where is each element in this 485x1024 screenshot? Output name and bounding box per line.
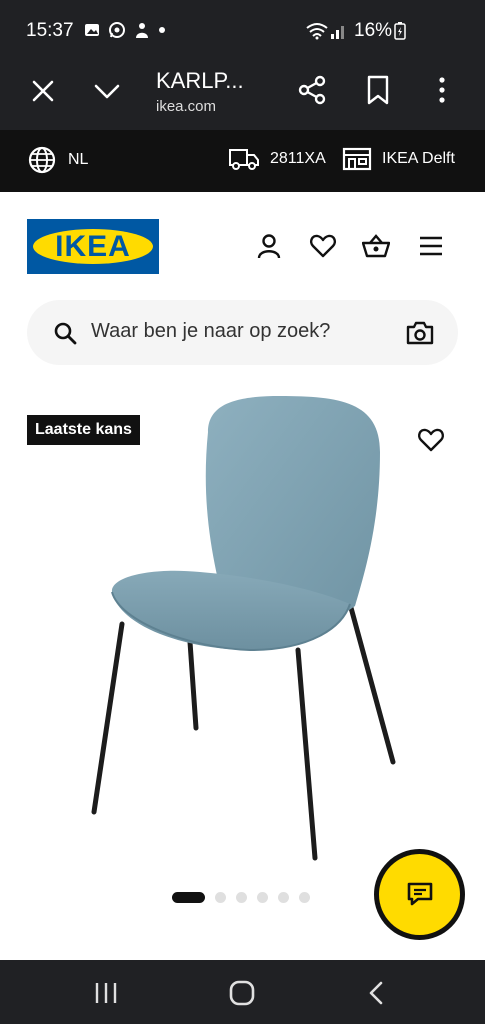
product-image-chair[interactable] <box>80 392 410 872</box>
status-bar: 15:37 16% <box>0 0 485 62</box>
home-icon[interactable] <box>227 978 257 1008</box>
search-input[interactable]: Waar ben je naar op zoek? <box>27 300 458 365</box>
ikea-logo[interactable]: IKEA <box>27 219 159 274</box>
carousel-dot[interactable] <box>299 892 310 903</box>
tab-url: ikea.com <box>156 98 217 115</box>
share-icon[interactable] <box>296 74 328 106</box>
store-selector[interactable]: IKEA Delft <box>342 146 455 172</box>
search-icon <box>54 322 77 345</box>
close-icon[interactable] <box>28 76 58 106</box>
postal-code-selector[interactable]: 2811XA <box>228 146 326 172</box>
recent-apps-icon[interactable] <box>91 978 121 1008</box>
last-chance-badge: Laatste kans <box>27 415 140 445</box>
hamburger-menu-icon[interactable] <box>417 232 445 260</box>
battery-percent: 16% <box>354 20 393 41</box>
status-time: 15:37 <box>26 20 74 41</box>
more-vert-icon[interactable] <box>430 74 454 106</box>
dot-icon <box>159 27 165 33</box>
search-placeholder: Waar ben je naar op zoek? <box>91 320 331 342</box>
notification-icons <box>84 21 166 39</box>
chevron-down-icon[interactable] <box>92 76 122 106</box>
delivery-truck-icon <box>229 149 259 170</box>
chat-button-inner <box>379 854 460 935</box>
heart-icon[interactable] <box>309 232 337 260</box>
carousel-dot[interactable] <box>278 892 289 903</box>
gallery-icon <box>85 24 99 36</box>
postal-code: 2811XA <box>270 150 326 167</box>
logo-text: IKEA <box>55 230 131 263</box>
back-icon[interactable] <box>362 978 392 1008</box>
custom-tab-bar: KARLP... ikea.com <box>0 62 485 130</box>
carousel-dot[interactable] <box>215 892 226 903</box>
shopping-basket-icon[interactable] <box>362 232 390 260</box>
whatsapp-icon <box>109 22 125 38</box>
battery-charging-icon <box>394 22 406 40</box>
carousel-dot[interactable] <box>257 892 268 903</box>
browser-chrome: 15:37 16% KARLP... ikea.com <box>0 0 485 130</box>
globe-icon <box>28 146 56 174</box>
store-name: IKEA Delft <box>382 150 455 167</box>
system-nav-bar <box>0 960 485 1024</box>
utility-bar: NL 2811XA IKEA Delft <box>0 130 485 192</box>
user-icon[interactable] <box>255 232 283 260</box>
person-icon <box>136 23 148 38</box>
favourite-heart-icon[interactable] <box>417 427 445 453</box>
wifi-icon <box>306 23 328 40</box>
camera-search-icon[interactable] <box>406 320 434 346</box>
language-label: NL <box>68 151 89 168</box>
chat-button[interactable] <box>374 849 465 940</box>
carousel-dot[interactable] <box>172 892 205 903</box>
image-carousel-dots <box>172 892 310 903</box>
chat-icon <box>407 882 433 906</box>
bookmark-icon[interactable] <box>364 74 392 106</box>
signal-icon <box>331 26 344 39</box>
tab-title: KARLP... <box>156 68 244 93</box>
store-icon <box>342 147 372 171</box>
language-selector[interactable]: NL <box>28 146 88 174</box>
carousel-dot[interactable] <box>236 892 247 903</box>
